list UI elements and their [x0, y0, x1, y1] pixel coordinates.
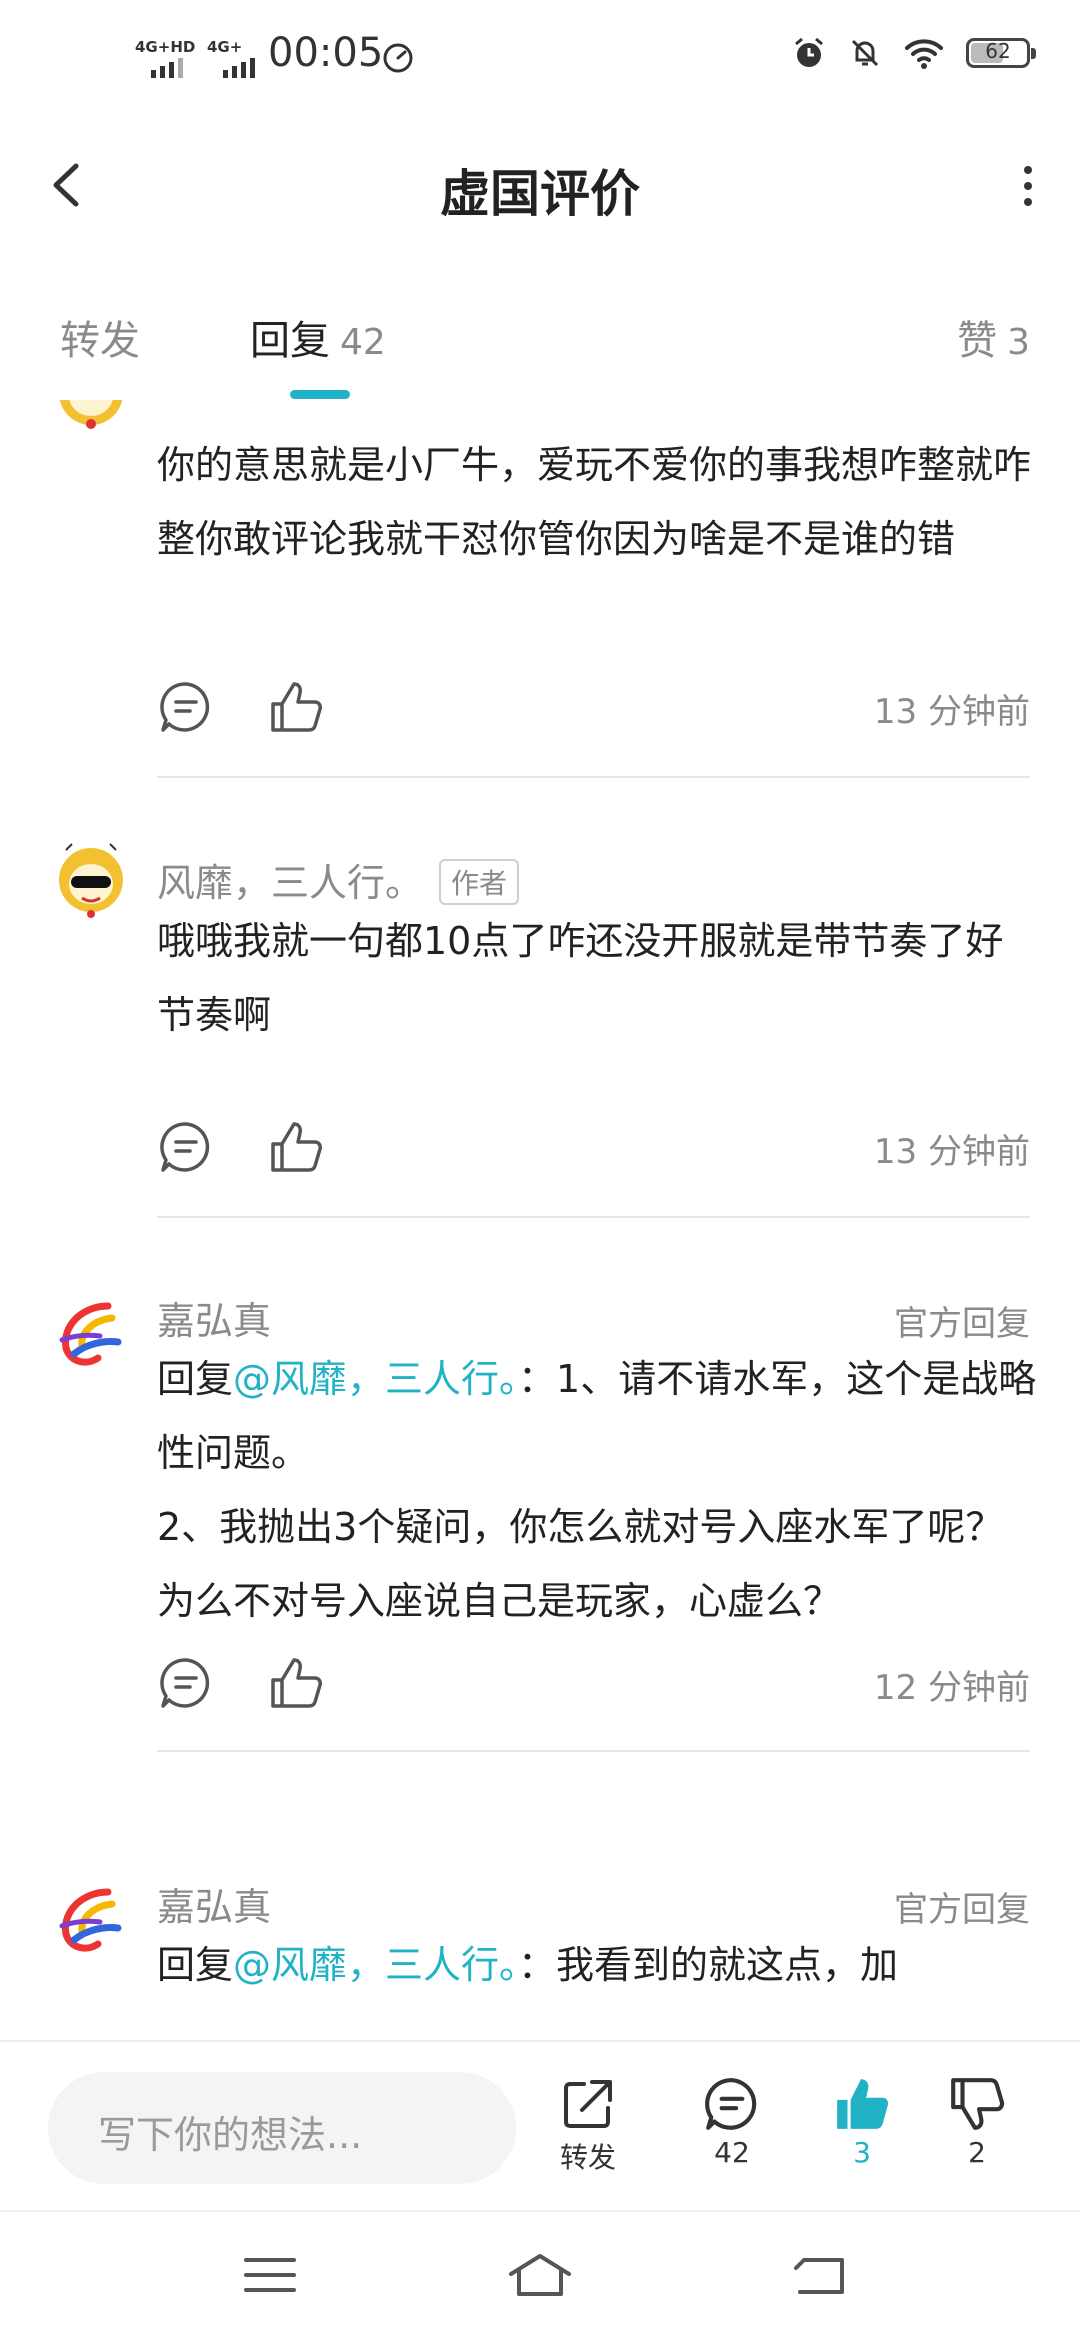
author-name: 风靡，三人行。 [157, 861, 424, 905]
divider [157, 776, 1030, 778]
status-bar: 4G+HD 4G+ 00:05 62 [0, 0, 1080, 120]
thumb-up-icon[interactable] [267, 678, 325, 736]
divider [157, 1750, 1030, 1752]
tab-indicator [290, 390, 350, 399]
comment-icon [705, 2078, 757, 2130]
comment-text: 你的意思就是小厂牛，爱玩不爱你的事我想咋整就咋整你敢评论我就干怼你管你因为啥是不… [157, 443, 1032, 561]
repost-label: 转发 [559, 2141, 616, 2174]
thumb-up-icon[interactable] [267, 1654, 325, 1712]
comment-actions: 12 分钟前 [157, 1654, 1030, 1724]
bottom-action-bar: 写下你的想法... 转发 42 3 2 [0, 2040, 1080, 2212]
like-count: 3 [853, 2136, 871, 2169]
comment-body: ：我看到的就这点，加 [518, 1943, 899, 1987]
comment-author: 嘉弘真 [157, 1885, 272, 1929]
official-reply-label: 官方回复 [894, 1304, 1030, 1344]
reply-prefix: 回复 [157, 1943, 234, 1987]
clock: 00:05 [268, 30, 384, 76]
tab-bar: 转发 回复 42 赞3 [0, 290, 1080, 400]
signal-bars-icon [151, 58, 183, 78]
comment-count-button[interactable]: 42 [682, 2074, 782, 2169]
dislike-button[interactable]: 2 [927, 2074, 1027, 2169]
comment-text: 哦哦我就一句都10点了咋还没开服就是带节奏了好节奏啊 [157, 919, 1004, 1037]
network-type-label: 4G+ [207, 38, 243, 56]
comment-list[interactable]: 你的意思就是小厂牛，爱玩不爱你的事我想咋整就咋整你敢评论我就干怼你管你因为啥是不… [0, 400, 1080, 2040]
repost-button[interactable]: 转发 [538, 2074, 638, 2176]
wifi-icon [905, 39, 943, 69]
tab-label: 回复 [250, 318, 330, 364]
thumb-up-icon[interactable] [267, 1118, 325, 1176]
speed-dial-icon [383, 43, 413, 73]
header: 虚国评价 [0, 120, 1080, 250]
thumb-down-icon [951, 2078, 1005, 2130]
signal-bars-icon [223, 58, 255, 78]
thumb-up-icon [837, 2079, 889, 2129]
more-vert-icon[interactable] [1008, 156, 1048, 216]
comment-time: 13 分钟前 [873, 692, 1030, 732]
battery-icon: 62 [966, 38, 1036, 68]
tab-label: 转发 [60, 318, 140, 364]
comment-text: 回复@风靡，三人行。：1、请不请水军，这个是战略性问题。 2、我抛出3个疑问，你… [157, 1342, 1037, 1638]
author-badge: 作者 [439, 858, 520, 905]
avatar[interactable] [52, 400, 130, 432]
page-title: 虚国评价 [440, 165, 640, 223]
share-icon [564, 2080, 612, 2128]
comment-author: 风靡，三人行。 作者 [157, 852, 520, 909]
network-indicators: 4G+HD 4G+ [135, 38, 265, 78]
comment-icon[interactable] [157, 678, 215, 736]
mention-link[interactable]: @风靡，三人行。 [233, 1943, 518, 1987]
tab-count: 3 [1007, 322, 1030, 363]
avatar[interactable] [52, 1296, 130, 1374]
back-nav-icon[interactable] [790, 2250, 850, 2300]
comment-input[interactable]: 写下你的想法... [48, 2072, 516, 2184]
signal-4g-hd: 4G+HD [135, 38, 196, 78]
tab-label: 赞 [957, 318, 998, 364]
avatar[interactable] [52, 840, 130, 918]
comment-time: 13 分钟前 [873, 1132, 1030, 1172]
tab-reply[interactable]: 回复 42 [250, 308, 386, 366]
comment-icon[interactable] [157, 1118, 215, 1176]
like-button[interactable]: 3 [812, 2074, 912, 2169]
dislike-count: 2 [968, 2136, 986, 2169]
comment-actions: 13 分钟前 [157, 1118, 1030, 1188]
comment-count: 42 [714, 2136, 750, 2169]
input-placeholder: 写下你的想法... [98, 2113, 363, 2157]
signal-4g: 4G+ [207, 38, 265, 78]
comment-icon[interactable] [157, 1654, 215, 1712]
network-type-label: 4G+HD [135, 38, 196, 56]
comment-author: 嘉弘真 [157, 1299, 272, 1343]
mute-bell-icon [851, 39, 879, 67]
tab-repost[interactable]: 转发 [60, 308, 140, 366]
comment-actions: 13 分钟前 [157, 678, 1030, 748]
mention-link[interactable]: @风靡，三人行。 [233, 1357, 518, 1401]
comment-text: 回复@风靡，三人行。：我看到的就这点，加 [157, 1928, 1037, 2002]
reply-prefix: 回复 [157, 1357, 234, 1401]
tab-count: 42 [340, 322, 386, 363]
menu-icon[interactable] [240, 2250, 300, 2300]
home-icon[interactable] [505, 2250, 575, 2300]
system-nav-bar [0, 2210, 1080, 2342]
battery-level: 62 [985, 39, 1011, 63]
alarm-icon [795, 37, 823, 67]
avatar[interactable] [52, 1882, 130, 1960]
status-icons: 62 [792, 36, 1036, 70]
divider [157, 1216, 1030, 1218]
official-reply-label: 官方回复 [894, 1890, 1030, 1930]
tab-like[interactable]: 赞3 [957, 308, 1030, 366]
comment-time: 12 分钟前 [873, 1668, 1030, 1708]
